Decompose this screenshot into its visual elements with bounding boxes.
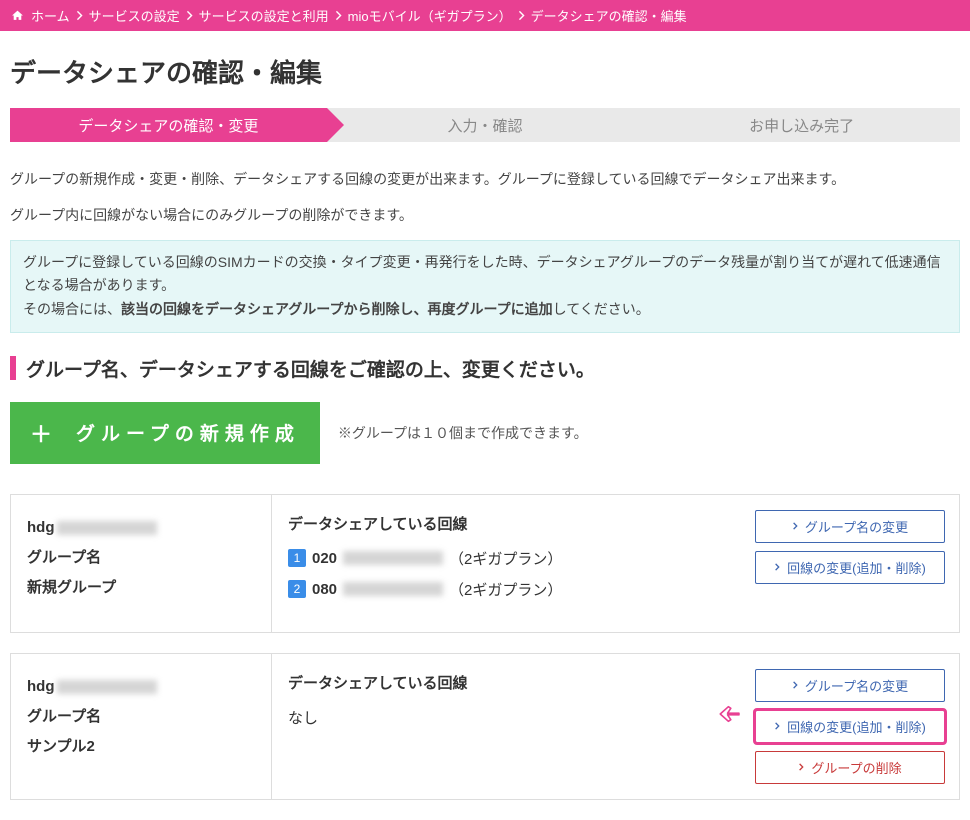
masked-text: [57, 521, 157, 535]
chevron-right-icon: [774, 562, 781, 572]
info-line: グループに登録している回線のSIMカードの交換・タイプ変更・再発行をした時、デー…: [23, 251, 947, 299]
chevron-right-icon: [792, 680, 799, 690]
breadcrumb-item-service-use[interactable]: サービスの設定と利用: [199, 6, 329, 25]
chevron-right-icon: [186, 10, 193, 21]
change-lines-button[interactable]: 回線の変更(追加・削除): [755, 551, 945, 584]
action-label: グループの削除: [811, 758, 901, 777]
chevron-right-icon: [518, 10, 525, 21]
group-hdg: hdg: [27, 519, 55, 536]
group-card: hdg グループ名 サンプル2 データシェアしている回線 なし グループ名の変更…: [10, 653, 960, 800]
line-prefix: 080: [312, 581, 337, 598]
wizard-step-done: お申し込み完了: [643, 108, 960, 142]
home-icon: [10, 9, 25, 22]
group-left: hdg グループ名 サンプル2: [11, 654, 271, 799]
chevron-right-icon: [792, 521, 799, 531]
no-lines-text: なし: [288, 707, 725, 728]
wizard-step-confirm: データシェアの確認・変更: [10, 108, 327, 142]
group-right: グループ名の変更 回線の変更(追加・削除) グループの削除: [741, 654, 959, 799]
line-plan: （2ギガプラン）: [449, 548, 562, 569]
group-label-title: グループ名: [27, 702, 255, 732]
create-group-label: グループの新規作成: [76, 419, 300, 446]
group-hdg: hdg: [27, 678, 55, 695]
line-number-icon: 1: [288, 549, 306, 567]
intro-text: グループの新規作成・変更・削除、データシェアする回線の変更が出来ます。グループに…: [10, 168, 960, 228]
section-heading: グループ名、データシェアする回線をご確認の上、変更ください。: [10, 355, 960, 382]
pointer-hand-icon: [717, 703, 743, 725]
breadcrumb-item-current[interactable]: データシェアの確認・編集: [531, 6, 687, 25]
page-title: データシェアの確認・編集: [10, 53, 960, 90]
wizard: データシェアの確認・変更 入力・確認 お申し込み完了: [10, 108, 960, 142]
action-label: グループ名の変更: [805, 676, 908, 695]
line-prefix: 020: [312, 550, 337, 567]
breadcrumb-item-service-settings[interactable]: サービスの設定: [89, 6, 180, 25]
rename-group-button[interactable]: グループ名の変更: [755, 510, 945, 543]
chevron-right-icon: [76, 10, 83, 21]
action-label: グループ名の変更: [805, 517, 908, 536]
group-center: データシェアしている回線 なし: [271, 654, 741, 799]
delete-group-button[interactable]: グループの削除: [755, 751, 945, 784]
breadcrumb-item-mio[interactable]: mioモバイル（ギガプラン）: [348, 6, 512, 25]
chevron-right-icon: [798, 762, 805, 772]
group-label-title: グループ名: [27, 543, 255, 573]
chevron-right-icon: [774, 721, 781, 731]
line-number-icon: 2: [288, 580, 306, 598]
plus-icon: ＋: [30, 417, 58, 449]
action-label: 回線の変更(追加・削除): [787, 558, 926, 577]
group-card: hdg グループ名 新規グループ データシェアしている回線 1 020 （2ギガ…: [10, 494, 960, 633]
masked-text: [57, 680, 157, 694]
accent-bar: [10, 356, 16, 380]
group-left: hdg グループ名 新規グループ: [11, 495, 271, 632]
group-name: 新規グループ: [27, 573, 255, 603]
breadcrumb: ホーム サービスの設定 サービスの設定と利用 mioモバイル（ギガプラン） デー…: [0, 0, 970, 31]
breadcrumb-item-home[interactable]: ホーム: [31, 6, 70, 25]
line-row: 2 080 （2ギガプラン）: [288, 579, 725, 600]
create-group-button[interactable]: ＋ グループの新規作成: [10, 402, 320, 464]
line-row: 1 020 （2ギガプラン）: [288, 548, 725, 569]
section-heading-text: グループ名、データシェアする回線をご確認の上、変更ください。: [26, 355, 595, 382]
group-name: サンプル2: [27, 732, 255, 762]
share-title: データシェアしている回線: [288, 672, 725, 693]
group-center: データシェアしている回線 1 020 （2ギガプラン） 2 080 （2ギガプラ…: [271, 495, 741, 632]
chevron-right-icon: [335, 10, 342, 21]
create-note: ※グループは１０個まで作成できます。: [338, 423, 588, 443]
group-right: グループ名の変更 回線の変更(追加・削除): [741, 495, 959, 632]
info-line: その場合には、該当の回線をデータシェアグループから削除し、再度グループに追加して…: [23, 298, 947, 322]
create-row: ＋ グループの新規作成 ※グループは１０個まで作成できます。: [10, 402, 960, 464]
masked-text: [343, 582, 443, 596]
share-title: データシェアしている回線: [288, 513, 725, 534]
info-box: グループに登録している回線のSIMカードの交換・タイプ変更・再発行をした時、デー…: [10, 240, 960, 333]
intro-paragraph: グループ内に回線がない場合にのみグループの削除ができます。: [10, 204, 960, 228]
masked-text: [343, 551, 443, 565]
rename-group-button[interactable]: グループ名の変更: [755, 669, 945, 702]
action-label: 回線の変更(追加・削除): [787, 717, 926, 736]
intro-paragraph: グループの新規作成・変更・削除、データシェアする回線の変更が出来ます。グループに…: [10, 168, 960, 192]
line-plan: （2ギガプラン）: [449, 579, 562, 600]
change-lines-button[interactable]: 回線の変更(追加・削除): [755, 710, 945, 743]
wizard-step-input: 入力・確認: [327, 108, 644, 142]
